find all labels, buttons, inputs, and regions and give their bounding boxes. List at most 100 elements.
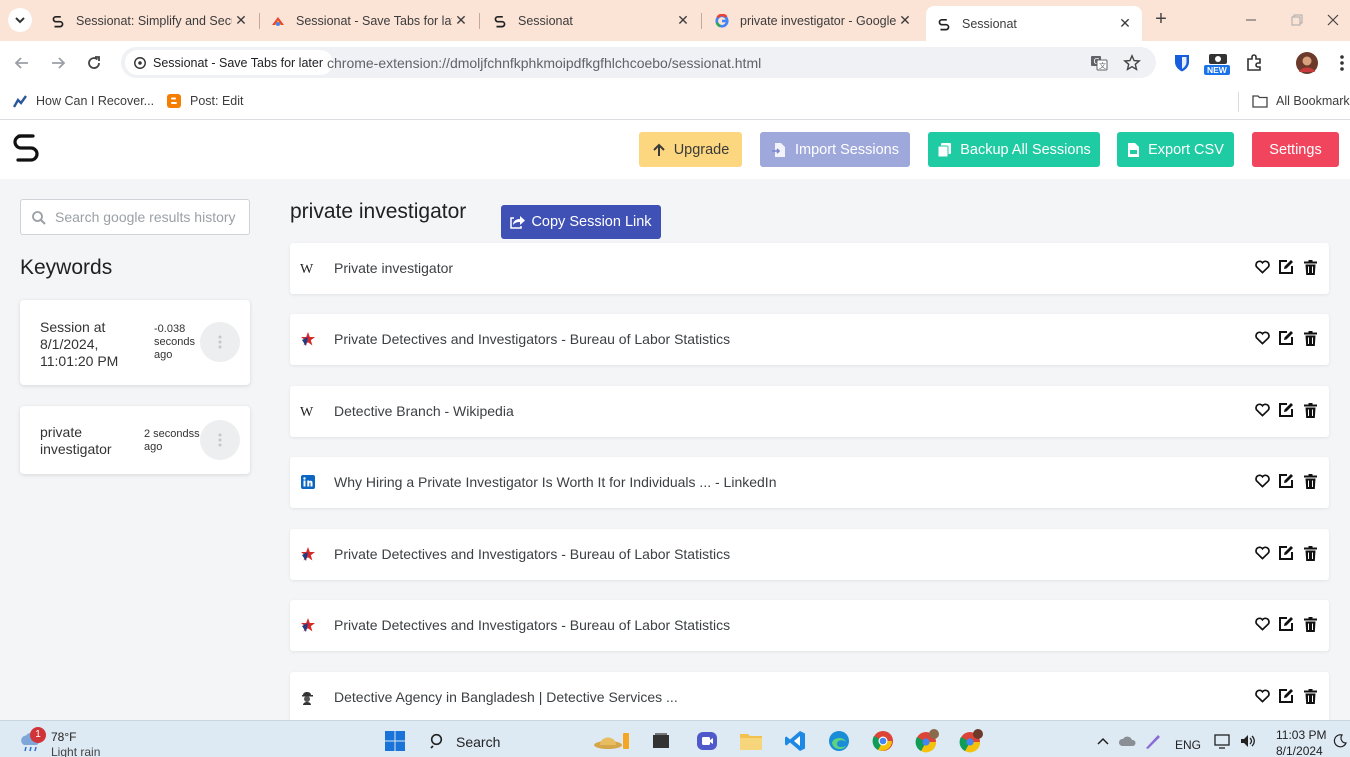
heart-icon[interactable] [1253,258,1271,276]
language-indicator[interactable]: ENG [1175,738,1201,752]
heart-icon[interactable] [1253,615,1271,633]
minimize-button[interactable] [1228,0,1274,40]
result-row[interactable]: Private Detectives and Investigators - B… [290,600,1329,651]
heart-icon[interactable] [1253,472,1271,490]
new-tab-button[interactable]: + [1150,9,1172,31]
chevron-up-icon[interactable] [1093,729,1113,753]
result-row[interactable]: Private Detectives and Investigators - B… [290,314,1329,365]
result-title[interactable]: Why Hiring a Private Investigator Is Wor… [334,474,776,490]
close-tab-icon[interactable]: ✕ [232,12,250,30]
extensions-puzzle-icon[interactable] [1242,51,1266,75]
onedrive-cloud-icon[interactable] [1117,729,1139,753]
close-tab-icon[interactable]: ✕ [452,12,470,30]
trash-icon[interactable] [1301,329,1319,347]
close-window-button[interactable] [1316,0,1350,40]
new-extension-icon[interactable]: NEW [1204,51,1232,75]
result-row[interactable]: W Private investigator [290,243,1329,294]
bookmark-star-icon[interactable] [1122,53,1142,73]
session-menu-button[interactable] [200,322,240,362]
tab-search-button[interactable] [8,8,32,32]
heart-icon[interactable] [1253,544,1271,562]
result-title[interactable]: Detective Branch - Wikipedia [334,403,514,419]
trash-icon[interactable] [1301,544,1319,562]
result-title[interactable]: Private Detectives and Investigators - B… [334,546,730,562]
site-info-chip[interactable]: Sessionat - Save Tabs for later [125,50,333,75]
clock-time[interactable]: 11:03 PM [1276,728,1326,742]
chevron-down-icon [15,17,25,24]
folder-icon[interactable] [739,729,763,753]
result-row[interactable]: Private Detectives and Investigators - B… [290,529,1329,580]
close-tab-icon[interactable]: ✕ [1116,15,1134,33]
network-icon[interactable] [1212,729,1234,753]
result-title[interactable]: Private investigator [334,260,453,276]
vscode-icon[interactable] [783,729,807,753]
edit-icon[interactable] [1277,544,1295,562]
restore-button[interactable] [1274,0,1320,40]
trash-icon[interactable] [1301,615,1319,633]
chrome-profile-icon[interactable] [915,729,939,753]
meet-chat-icon[interactable] [695,729,719,753]
copy-session-link-button[interactable]: Copy Session Link [501,205,661,239]
search-input[interactable] [55,207,245,227]
profile-avatar[interactable] [1295,51,1319,75]
bitwarden-shield-icon[interactable] [1170,51,1194,75]
edit-icon[interactable] [1277,687,1295,705]
address-bar[interactable]: Sessionat - Save Tabs for later chrome-e… [121,47,1156,78]
heart-icon[interactable] [1253,401,1271,419]
session-menu-button[interactable] [200,420,240,460]
chrome-icon[interactable] [871,729,895,753]
export-csv-button[interactable]: Export CSV [1117,132,1234,167]
windows-start-icon[interactable] [383,729,407,753]
edge-icon[interactable] [827,729,851,753]
file-explorer-hat-icon[interactable] [590,729,634,753]
close-tab-icon[interactable]: ✕ [674,12,692,30]
edit-icon[interactable] [1277,401,1295,419]
heart-icon[interactable] [1253,329,1271,347]
forward-button[interactable] [46,51,70,75]
browser-tab-5-active[interactable]: Sessionat ✕ [926,6,1142,41]
browser-tab-1[interactable]: Sessionat: Simplify and Secu ✕ [40,0,258,41]
back-button[interactable] [10,51,34,75]
edit-icon[interactable] [1277,615,1295,633]
translate-icon[interactable]: G文 [1089,53,1109,73]
result-row[interactable]: W Detective Branch - Wikipedia [290,386,1329,437]
trash-icon[interactable] [1301,687,1319,705]
session-card[interactable]: private investigator 2 secondss ago [20,406,250,474]
session-card[interactable]: Session at 8/1/2024, 11:01:20 PM -0.038 … [20,300,250,385]
all-bookmarks-button[interactable]: All Bookmarks [1252,93,1350,109]
result-title[interactable]: Private Detectives and Investigators - B… [334,617,730,633]
trash-icon[interactable] [1301,472,1319,490]
taskbar-search[interactable]: Search [420,726,570,754]
clock-date[interactable]: 8/1/2024 [1276,744,1323,757]
chrome-profile-icon[interactable] [959,729,983,753]
reload-button[interactable] [82,51,106,75]
settings-button[interactable]: Settings [1252,132,1339,167]
sessionat-logo-icon[interactable] [12,133,40,163]
bookmark-item[interactable]: How Can I Recover... [12,93,154,109]
url-text[interactable]: chrome-extension://dmoljfchnfkphkmoipdfk… [327,55,761,71]
result-row[interactable]: Detective Agency in Bangladesh | Detecti… [290,672,1329,720]
backup-all-sessions-button[interactable]: Backup All Sessions [928,132,1100,167]
result-title[interactable]: Private Detectives and Investigators - B… [334,331,730,347]
chrome-menu-icon[interactable] [1330,51,1350,75]
trash-icon[interactable] [1301,258,1319,276]
pen-icon[interactable] [1142,729,1164,753]
task-view-icon[interactable] [649,729,673,753]
browser-tab-3[interactable]: Sessionat ✕ [482,0,700,41]
browser-tab-2[interactable]: Sessionat - Save Tabs for late ✕ [260,0,478,41]
bookmark-item[interactable]: Post: Edit [166,93,244,109]
edit-icon[interactable] [1277,258,1295,276]
heart-icon[interactable] [1253,687,1271,705]
close-tab-icon[interactable]: ✕ [896,12,914,30]
upgrade-button[interactable]: Upgrade [639,132,742,167]
edit-icon[interactable] [1277,472,1295,490]
result-title[interactable]: Detective Agency in Bangladesh | Detecti… [334,689,678,705]
notification-moon-icon[interactable] [1330,729,1350,753]
volume-icon[interactable] [1237,729,1259,753]
browser-tab-4[interactable]: private investigator - Google ✕ [704,0,922,41]
trash-icon[interactable] [1301,401,1319,419]
result-row[interactable]: Why Hiring a Private Investigator Is Wor… [290,457,1329,508]
import-sessions-button[interactable]: Import Sessions [760,132,910,167]
edit-icon[interactable] [1277,329,1295,347]
history-search-field[interactable] [20,199,250,235]
